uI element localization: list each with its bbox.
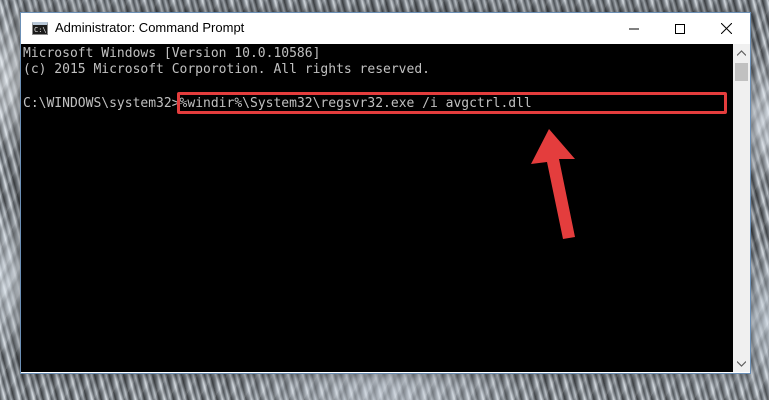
window-title: Administrator: Command Prompt — [55, 20, 245, 35]
command-highlight-box — [177, 92, 727, 114]
chevron-down-icon — [737, 360, 746, 367]
console-output[interactable]: Microsoft Windows [Version 10.0.10586] (… — [21, 44, 733, 372]
console-line-version: Microsoft Windows [Version 10.0.10586] — [23, 46, 321, 61]
scrollbar-thumb[interactable] — [735, 63, 748, 81]
command-prompt-icon[interactable]: C:\ — [32, 22, 48, 35]
minimize-icon — [629, 28, 639, 29]
console-line-copyright: (c) 2015 Microsoft Corporotion. All righ… — [23, 62, 430, 77]
pointer-arrow-icon — [531, 129, 575, 239]
minimize-button[interactable] — [611, 13, 657, 44]
chevron-up-icon — [737, 49, 746, 56]
vertical-scrollbar[interactable] — [733, 44, 750, 372]
scroll-down-button[interactable] — [733, 355, 750, 372]
command-prompt-window[interactable]: C:\ Administrator: Command Prompt Micros… — [20, 12, 751, 374]
maximize-button[interactable] — [657, 13, 703, 44]
scroll-up-button[interactable] — [733, 44, 750, 61]
maximize-icon — [675, 23, 685, 34]
console-prompt: C:\WINDOWS\system32> — [23, 96, 180, 111]
close-button[interactable] — [703, 13, 749, 44]
title-bar[interactable]: C:\ Administrator: Command Prompt — [21, 13, 750, 44]
close-icon — [720, 23, 732, 34]
